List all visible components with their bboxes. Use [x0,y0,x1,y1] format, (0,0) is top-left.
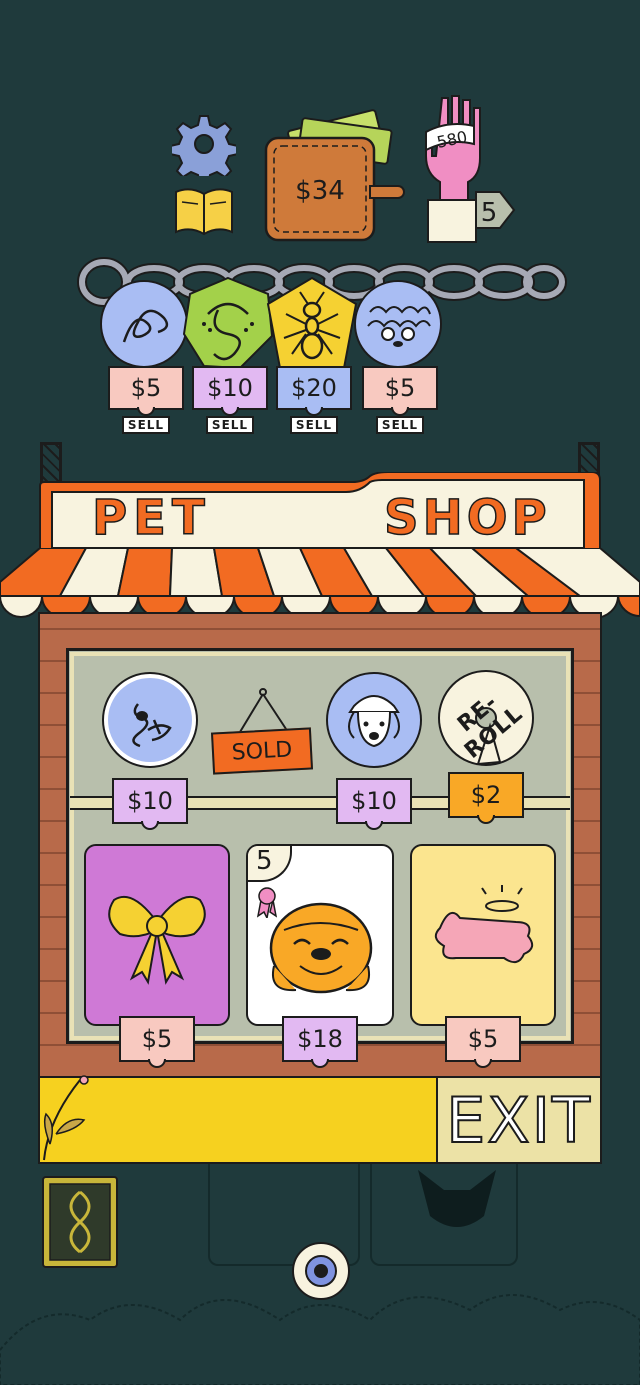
team-sell-button[interactable]: SELL [376,416,424,434]
shadow-pet-icon [418,1170,496,1227]
wallet: $34 [262,106,412,244]
stretch-pet-icon [132,703,172,748]
ant-icon [266,276,358,369]
card-price-tag: $5 [445,1016,521,1062]
card-price-tag: $5 [119,1016,195,1062]
team-sell-button[interactable]: SELL [290,416,338,434]
frog-face-icon [182,276,274,370]
team-slot-2[interactable]: $10 SELL [180,270,276,436]
ornament-icon [49,1183,111,1261]
shop-price-tag: $10 [112,778,188,824]
shop-title-pet: PET [91,489,211,547]
settings-button[interactable] [169,112,239,185]
bushes-decoration [0,1294,640,1385]
team-price-tag: $5 [108,366,184,410]
team-sell-button[interactable]: SELL [122,416,170,434]
shop-pet-slot-1[interactable]: $10 [100,670,200,830]
shop-pet-card-bulldog[interactable]: 5 $18 [244,842,396,1066]
sold-label: SOLD [210,727,314,775]
team-slot-4[interactable]: $5 SELL [350,270,446,436]
exit-label: EXIT [445,1083,592,1158]
bulldog-icon [269,902,373,994]
reroll-button[interactable]: RE-ROLL $2 [436,668,536,826]
team-price-tag: $20 [276,366,352,410]
shop-pet-slot-2[interactable]: $10 [324,670,424,830]
shop-food-card-3[interactable]: $5 [408,842,558,1066]
helmet-dog-icon [348,695,400,748]
card-price-tag: $18 [282,1016,358,1062]
book-button[interactable] [172,184,236,240]
money-label: $34 [295,176,345,206]
shop-title-shop: SHOP [383,489,551,547]
curly-dog-icon [367,306,431,347]
team-price-tag: $5 [362,366,438,410]
scribble-icon [122,309,169,343]
exit-button[interactable]: EXIT [436,1076,602,1164]
shop-price-tag: $10 [336,778,412,824]
team-slot-3[interactable]: $20 SELL [264,270,360,436]
shop-awning [0,548,640,619]
reroll-price-tag: $2 [448,772,524,818]
hand-counter: 580 5 [412,92,520,248]
deck-card-back[interactable] [42,1176,118,1268]
level-label: 5 [480,198,498,228]
book-icon [175,188,233,236]
team-sell-button[interactable]: SELL [206,416,254,434]
shop-food-card-1[interactable]: $5 [82,842,232,1066]
sold-sign: SOLD [210,686,316,776]
team-price-tag: $10 [192,366,268,410]
bow-icon [108,895,206,985]
team-slot-1[interactable]: $5 SELL [96,270,192,436]
holy-bone-icon [434,885,534,964]
gear-icon [169,115,239,185]
raised-hand-icon [425,95,516,243]
plant-icon [43,1075,89,1161]
